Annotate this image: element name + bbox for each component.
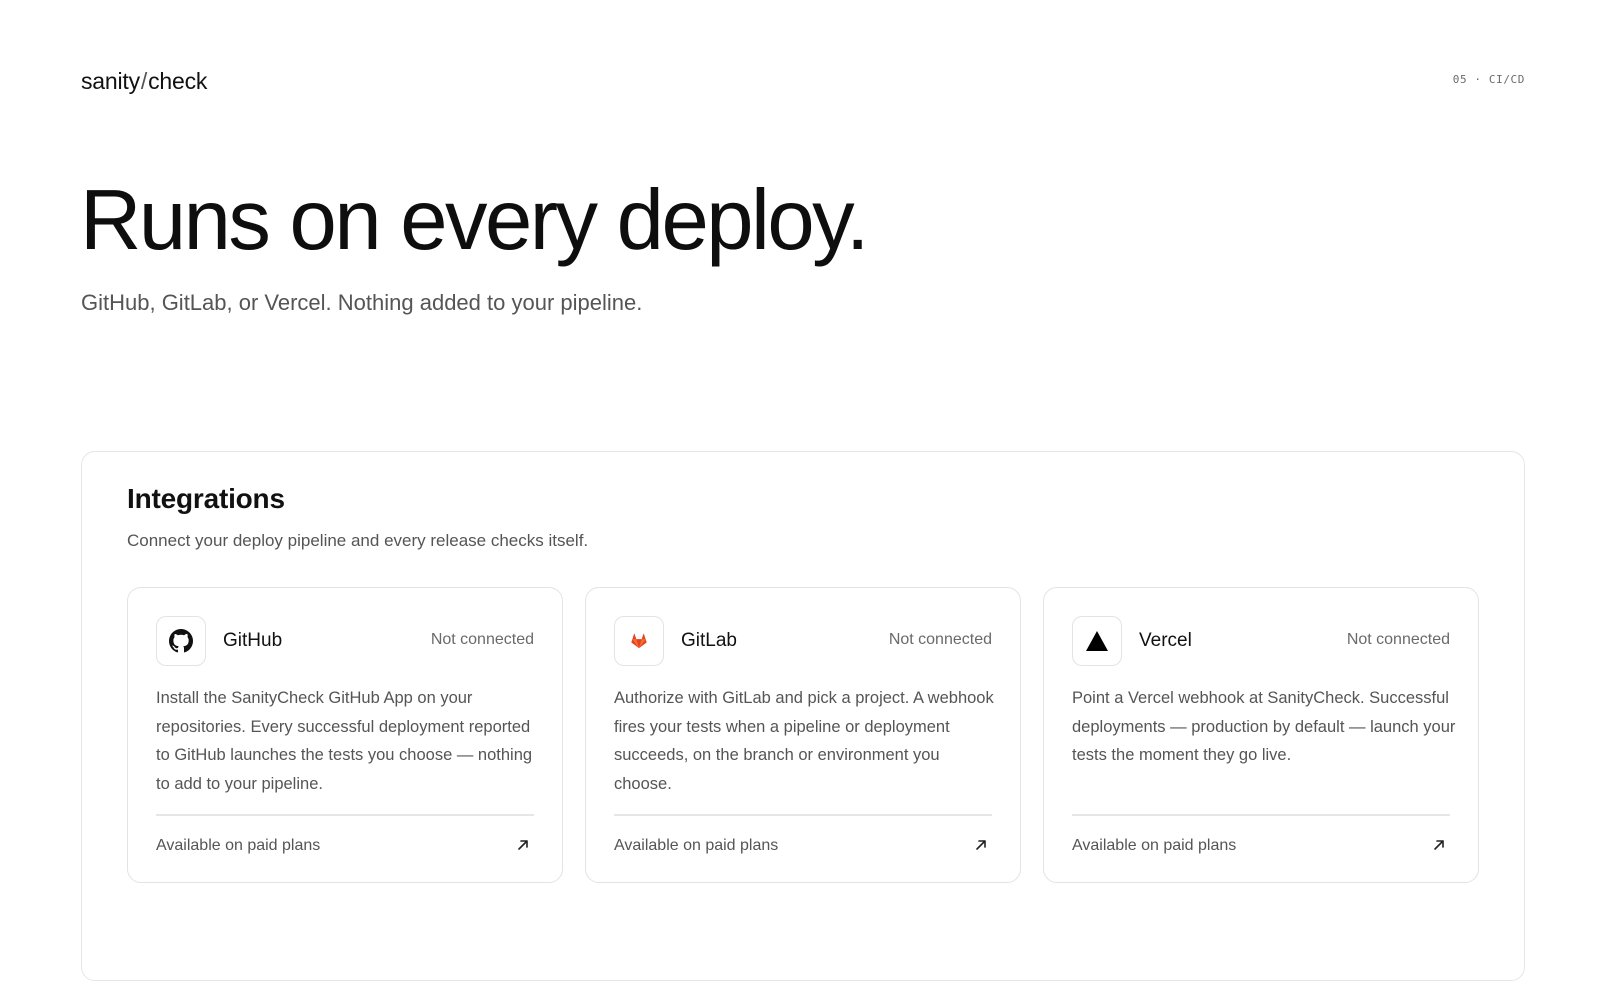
gitlab-icon — [614, 616, 664, 666]
logo-separator: / — [140, 68, 148, 94]
arrow-up-right-icon[interactable] — [970, 834, 992, 856]
plan-note: Available on paid plans — [156, 837, 321, 854]
top-bar: sanity/check 05 · CI/CD — [0, 0, 1600, 120]
card-divider — [156, 814, 534, 816]
integrations-subtitle: Connect your deploy pipeline and every r… — [127, 531, 589, 550]
integration-card-github[interactable]: GitHub Not connected Install the SanityC… — [127, 587, 563, 883]
plan-note: Available on paid plans — [614, 837, 779, 854]
section-tag: 05 · CI/CD — [1452, 73, 1525, 86]
integration-name: Vercel — [1139, 630, 1192, 651]
card-divider — [614, 814, 992, 816]
card-divider — [1072, 814, 1450, 816]
logo[interactable]: sanity/check — [81, 68, 207, 95]
integration-description: Point a Vercel webhook at SanityCheck. S… — [1072, 689, 1456, 764]
integration-description: Install the SanityCheck GitHub App on yo… — [156, 689, 533, 793]
arrow-up-right-icon[interactable] — [1428, 834, 1450, 856]
integration-name: GitHub — [223, 630, 283, 651]
connection-status: Not connected — [430, 631, 534, 648]
hero-title: Runs on every deploy. — [80, 173, 869, 268]
integration-description: Authorize with GitLab and pick a project… — [614, 689, 994, 793]
arrow-up-right-icon[interactable] — [512, 834, 534, 856]
logo-text-check: check — [148, 68, 208, 94]
logo-text-sanity: sanity — [81, 68, 140, 94]
integration-card-vercel[interactable]: Vercel Not connected Point a Vercel webh… — [1043, 587, 1479, 883]
integration-cards: GitHub Not connected Install the SanityC… — [127, 587, 1479, 883]
connection-status: Not connected — [1346, 631, 1450, 648]
integrations-panel: Integrations Connect your deploy pipelin… — [81, 451, 1525, 981]
integrations-title: Integrations — [127, 483, 285, 514]
vercel-icon — [1072, 616, 1122, 666]
integration-card-gitlab[interactable]: GitLab Not connected Authorize with GitL… — [585, 587, 1021, 883]
github-icon — [156, 616, 206, 666]
integration-name: GitLab — [681, 630, 737, 651]
hero-subtitle: GitHub, GitLab, or Vercel. Nothing added… — [81, 290, 643, 315]
plan-note: Available on paid plans — [1072, 837, 1237, 854]
connection-status: Not connected — [888, 631, 992, 648]
